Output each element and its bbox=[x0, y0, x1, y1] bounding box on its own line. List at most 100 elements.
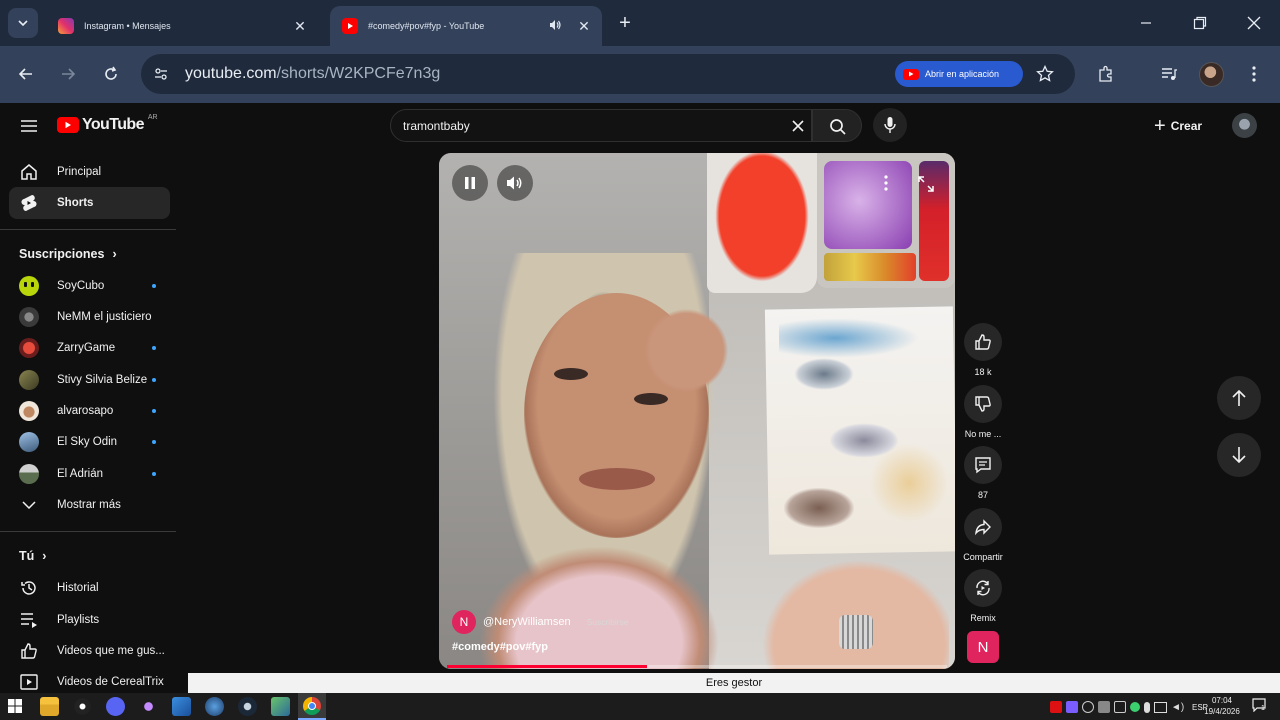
search-box[interactable]: tramontbaby bbox=[390, 109, 812, 142]
restore-button[interactable] bbox=[1182, 6, 1218, 40]
app-icon[interactable] bbox=[172, 697, 191, 716]
url-text[interactable]: youtube.com/shorts/W2KPCFe7n3g bbox=[185, 65, 440, 83]
progress-track[interactable] bbox=[447, 665, 947, 668]
forward-button[interactable] bbox=[54, 60, 82, 88]
search-input[interactable]: tramontbaby bbox=[403, 119, 470, 133]
app-icon[interactable] bbox=[205, 697, 224, 716]
channel-avatar bbox=[19, 307, 39, 327]
sidebar-sub-item[interactable]: ZarryGame bbox=[9, 332, 170, 364]
close-window-button[interactable] bbox=[1236, 6, 1272, 40]
sidebar-sub-item[interactable]: El Sky Odin bbox=[9, 426, 170, 458]
site-info-icon[interactable] bbox=[153, 66, 169, 87]
app-icon[interactable] bbox=[139, 697, 158, 716]
clear-search-icon[interactable] bbox=[791, 119, 805, 138]
file-explorer-icon[interactable] bbox=[40, 697, 59, 716]
tooltip: Eres gestor bbox=[188, 673, 1280, 693]
media-controls-button[interactable] bbox=[1155, 60, 1183, 88]
sidebar-item-historial[interactable]: Historial bbox=[9, 572, 170, 604]
tray-app-icon[interactable] bbox=[1130, 702, 1140, 712]
audio-playing-icon[interactable] bbox=[548, 18, 568, 34]
guide-menu-button[interactable] bbox=[14, 111, 44, 141]
tray-app-icon[interactable] bbox=[1114, 701, 1126, 713]
you-header[interactable]: Tú › bbox=[19, 549, 46, 563]
antivirus-icon[interactable] bbox=[1050, 701, 1062, 713]
browser-menu-button[interactable] bbox=[1240, 60, 1268, 88]
profile-avatar[interactable] bbox=[1199, 62, 1224, 87]
comment-count: 87 bbox=[977, 490, 988, 500]
bookmark-star-icon[interactable] bbox=[1036, 64, 1054, 88]
steam-icon[interactable] bbox=[238, 697, 257, 716]
reload-button[interactable] bbox=[97, 60, 125, 88]
speaker-icon[interactable]: ◄) bbox=[1171, 702, 1184, 713]
extensions-button[interactable] bbox=[1092, 60, 1120, 88]
comments-action: 87 bbox=[963, 446, 1003, 500]
obs-icon[interactable] bbox=[73, 697, 92, 716]
shorts-video-player[interactable]: N @NeryWilliamsen Suscribirse #comedy#po… bbox=[439, 153, 955, 669]
sidebar-sub-item[interactable]: Stivy Silvia Belize bbox=[9, 364, 170, 396]
tray-app-icon[interactable] bbox=[1082, 701, 1094, 713]
channel-avatar[interactable]: N bbox=[452, 610, 476, 634]
sidebar-item-playlists[interactable]: Playlists bbox=[9, 604, 170, 636]
sidebar-item-liked-videos[interactable]: Videos que me gus... bbox=[9, 635, 170, 667]
previous-short-button[interactable] bbox=[1217, 376, 1261, 420]
channel-name: alvarosapo bbox=[57, 405, 114, 417]
short-title[interactable]: #comedy#pov#fyp bbox=[452, 641, 548, 653]
microphone-icon[interactable] bbox=[1144, 701, 1150, 713]
tab-search-button[interactable] bbox=[8, 8, 38, 38]
open-in-app-button[interactable]: Abrir en aplicación bbox=[895, 61, 1023, 87]
notifications-button[interactable]: 1 bbox=[1252, 698, 1268, 714]
remix-button[interactable] bbox=[964, 569, 1002, 607]
back-button[interactable] bbox=[12, 60, 40, 88]
clock[interactable]: 07:04 19/4/2026 bbox=[1200, 695, 1244, 717]
sidebar-sub-item[interactable]: NeMM el justiciero bbox=[9, 301, 170, 333]
like-button[interactable] bbox=[964, 323, 1002, 361]
discord-icon[interactable] bbox=[106, 697, 125, 716]
new-content-dot bbox=[152, 346, 156, 350]
minimize-button[interactable] bbox=[1128, 6, 1164, 40]
search-button[interactable] bbox=[812, 109, 862, 142]
address-bar[interactable]: youtube.com/shorts/W2KPCFe7n3g Abrir en … bbox=[141, 54, 1075, 94]
pause-button[interactable] bbox=[452, 165, 488, 201]
like-action: 18 k bbox=[963, 323, 1003, 377]
youtube-logo-text: YouTube bbox=[82, 116, 144, 133]
new-tab-button[interactable]: + bbox=[612, 10, 638, 36]
system-tray: ◄) ESP bbox=[1050, 699, 1208, 715]
history-icon bbox=[19, 578, 39, 598]
close-tab-icon[interactable]: ✕ bbox=[574, 18, 594, 35]
close-tab-icon[interactable]: ✕ bbox=[290, 18, 310, 35]
comments-button[interactable] bbox=[964, 446, 1002, 484]
chrome-taskbar-button[interactable] bbox=[298, 693, 326, 720]
fullscreen-icon[interactable] bbox=[917, 175, 935, 198]
account-avatar[interactable] bbox=[1232, 113, 1257, 138]
channel-handle[interactable]: @NeryWilliamsen bbox=[483, 616, 571, 628]
show-more-button[interactable]: Mostrar más bbox=[9, 489, 170, 521]
network-icon[interactable] bbox=[1154, 701, 1167, 713]
volume-button[interactable] bbox=[497, 165, 533, 201]
subscribe-button[interactable]: Suscribirse bbox=[587, 617, 629, 627]
sidebar-sub-item[interactable]: El Adrián bbox=[9, 458, 170, 490]
new-content-dot bbox=[152, 472, 156, 476]
youtube-logo[interactable]: YouTube AR bbox=[57, 114, 158, 134]
windows-start-icon[interactable] bbox=[6, 697, 25, 716]
more-options-icon[interactable] bbox=[884, 175, 888, 196]
next-short-button[interactable] bbox=[1217, 433, 1261, 477]
voice-search-button[interactable] bbox=[873, 108, 907, 142]
sidebar-sub-item[interactable]: alvarosapo bbox=[9, 395, 170, 427]
tray-app-icon[interactable] bbox=[1066, 701, 1078, 713]
tray-app-icon[interactable] bbox=[1098, 701, 1110, 713]
dislike-button[interactable] bbox=[964, 385, 1002, 423]
create-button[interactable]: + Crear bbox=[1146, 111, 1210, 141]
sidebar-item-principal[interactable]: Principal bbox=[9, 156, 170, 188]
tab-youtube[interactable]: #comedy#pov#fyp - YouTube ✕ bbox=[330, 6, 602, 46]
url-path: /shorts/W2KPCFe7n3g bbox=[276, 65, 441, 82]
sidebar-item-shorts[interactable]: Shorts bbox=[9, 187, 170, 219]
sidebar-sub-item[interactable]: SoyCubo bbox=[9, 270, 170, 302]
channel-thumbnail-button[interactable]: N bbox=[967, 631, 999, 663]
subscriptions-header[interactable]: Suscripciones › bbox=[19, 247, 117, 261]
youtube-header: YouTube AR tramontbaby + Crear bbox=[0, 103, 1280, 149]
new-content-dot bbox=[152, 409, 156, 413]
app-icon[interactable] bbox=[271, 697, 290, 716]
tab-instagram[interactable]: Instagram • Mensajes ✕ bbox=[46, 6, 318, 46]
share-button[interactable] bbox=[964, 508, 1002, 546]
channel-avatar bbox=[19, 338, 39, 358]
